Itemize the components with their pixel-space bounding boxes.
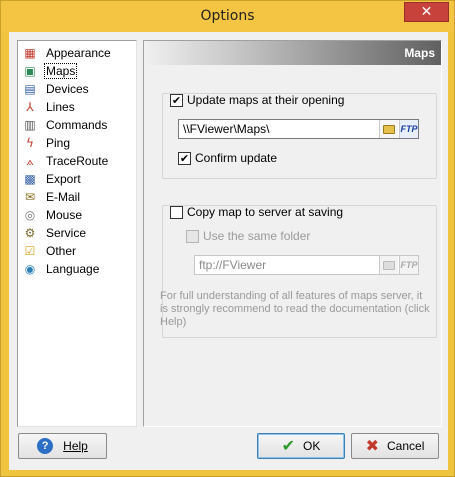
category-list[interactable]: ▦ Appearance ▣ Maps ▤ Devices ⅄ Lines ▥ Commands ϟ… <box>17 40 137 427</box>
ftp-button[interactable]: FTP <box>399 120 418 138</box>
copy-map-checkbox-row[interactable]: Copy map to server at saving <box>170 205 343 219</box>
maps-icon: ▣ <box>24 64 36 78</box>
maps-path-input[interactable]: \\FViewer\Maps\ FTP <box>178 119 419 139</box>
title-bar[interactable]: Options ✕ <box>1 1 454 32</box>
traceroute-icon: ⟑ <box>26 154 34 168</box>
nav-item-label: Devices <box>46 82 89 96</box>
nav-item-label: Commands <box>46 118 108 132</box>
nav-item-lines[interactable]: ⅄ Lines <box>22 98 134 116</box>
check-icon: ✔ <box>281 436 296 455</box>
folder-icon <box>383 124 395 134</box>
nav-item-language[interactable]: ◉ Language <box>22 260 134 278</box>
help-icon: ? <box>37 438 54 454</box>
ftp-icon: FTP <box>400 124 418 134</box>
update-maps-checkbox-row[interactable]: ✔ Update maps at their opening <box>170 93 344 107</box>
language-icon: ◉ <box>24 262 36 276</box>
help-note: For full understanding of all features o… <box>160 290 430 328</box>
appearance-icon: ▦ <box>24 46 36 60</box>
nav-item-label: Other <box>46 244 77 258</box>
nav-item-commands[interactable]: ▥ Commands <box>22 116 134 134</box>
cancel-button[interactable]: ✖ Cancel <box>351 433 439 459</box>
nav-item-traceroute[interactable]: ⟑ TraceRoute <box>22 152 134 170</box>
cancel-x-icon: ✖ <box>365 436 380 455</box>
update-maps-label: Update maps at their opening <box>187 93 345 107</box>
maps-path-value: \\FViewer\Maps\ <box>183 122 270 136</box>
ok-button[interactable]: ✔ OK <box>257 433 345 459</box>
server-path-input[interactable]: ftp://FViewer FTP <box>194 255 419 275</box>
nav-item-devices[interactable]: ▤ Devices <box>22 80 134 98</box>
panel-title: Maps <box>404 46 435 60</box>
server-path-value: ftp://FViewer <box>199 258 267 272</box>
confirm-update-checkbox[interactable]: ✔ <box>178 151 191 165</box>
same-folder-checkbox[interactable] <box>186 229 199 243</box>
email-icon: ✉ <box>24 190 36 204</box>
browse-folder-button[interactable] <box>379 120 398 138</box>
close-icon: ✕ <box>420 4 433 20</box>
commands-icon: ▥ <box>24 118 36 132</box>
help-button[interactable]: ? Help <box>18 433 107 459</box>
server-browse-button[interactable] <box>379 256 398 274</box>
other-icon: ☑ <box>24 244 36 258</box>
panel-header: Maps <box>144 41 441 65</box>
copy-map-checkbox[interactable] <box>170 205 183 219</box>
cancel-button-label: Cancel <box>387 439 425 453</box>
nav-item-label: Service <box>46 226 87 240</box>
ftp-icon: FTP <box>400 260 418 270</box>
nav-item-label: Lines <box>46 100 75 114</box>
window-title: Options <box>200 8 255 24</box>
nav-item-other[interactable]: ☑ Other <box>22 242 134 260</box>
nav-item-label: Appearance <box>46 46 111 60</box>
mouse-icon: ◎ <box>24 208 36 222</box>
same-folder-row[interactable]: Use the same folder <box>186 229 310 243</box>
devices-icon: ▤ <box>24 82 36 96</box>
confirm-update-row[interactable]: ✔ Confirm update <box>178 151 277 165</box>
lines-icon: ⅄ <box>26 100 34 114</box>
nav-item-mouse[interactable]: ◎ Mouse <box>22 206 134 224</box>
dialog-client: ▦ Appearance ▣ Maps ▤ Devices ⅄ Lines ▥ Commands ϟ… <box>9 32 448 470</box>
nav-item-e-mail[interactable]: ✉ E-Mail <box>22 188 134 206</box>
nav-item-label: Export <box>46 172 81 186</box>
copy-map-label: Copy map to server at saving <box>187 205 344 219</box>
nav-item-export[interactable]: ▩ Export <box>22 170 134 188</box>
nav-item-label: TraceRoute <box>46 154 109 168</box>
same-folder-label: Use the same folder <box>203 229 311 243</box>
nav-item-label: Ping <box>46 136 71 150</box>
nav-item-label: E-Mail <box>46 190 81 204</box>
server-ftp-button[interactable]: FTP <box>399 256 418 274</box>
export-icon: ▩ <box>24 172 36 186</box>
nav-item-label: Maps <box>44 63 78 79</box>
nav-item-maps[interactable]: ▣ Maps <box>22 62 134 80</box>
settings-panel: Maps ✔ Update maps at their opening \\FV… <box>143 40 442 427</box>
ping-icon: ϟ <box>26 136 34 150</box>
ok-button-label: OK <box>303 439 321 453</box>
nav-item-label: Mouse <box>46 208 83 222</box>
nav-item-label: Language <box>46 262 100 276</box>
nav-item-service[interactable]: ⚙ Service <box>22 224 134 242</box>
update-maps-checkbox[interactable]: ✔ <box>170 93 183 107</box>
close-button[interactable]: ✕ <box>404 2 449 22</box>
options-window: Options ✕ ▦ Appearance ▣ Maps ▤ Devices ⅄ Lines… <box>0 0 455 477</box>
folder-icon <box>383 260 395 270</box>
nav-item-appearance[interactable]: ▦ Appearance <box>22 44 134 62</box>
help-button-label: Help <box>63 439 88 453</box>
confirm-update-label: Confirm update <box>195 151 278 165</box>
nav-item-ping[interactable]: ϟ Ping <box>22 134 134 152</box>
service-icon: ⚙ <box>24 226 36 240</box>
